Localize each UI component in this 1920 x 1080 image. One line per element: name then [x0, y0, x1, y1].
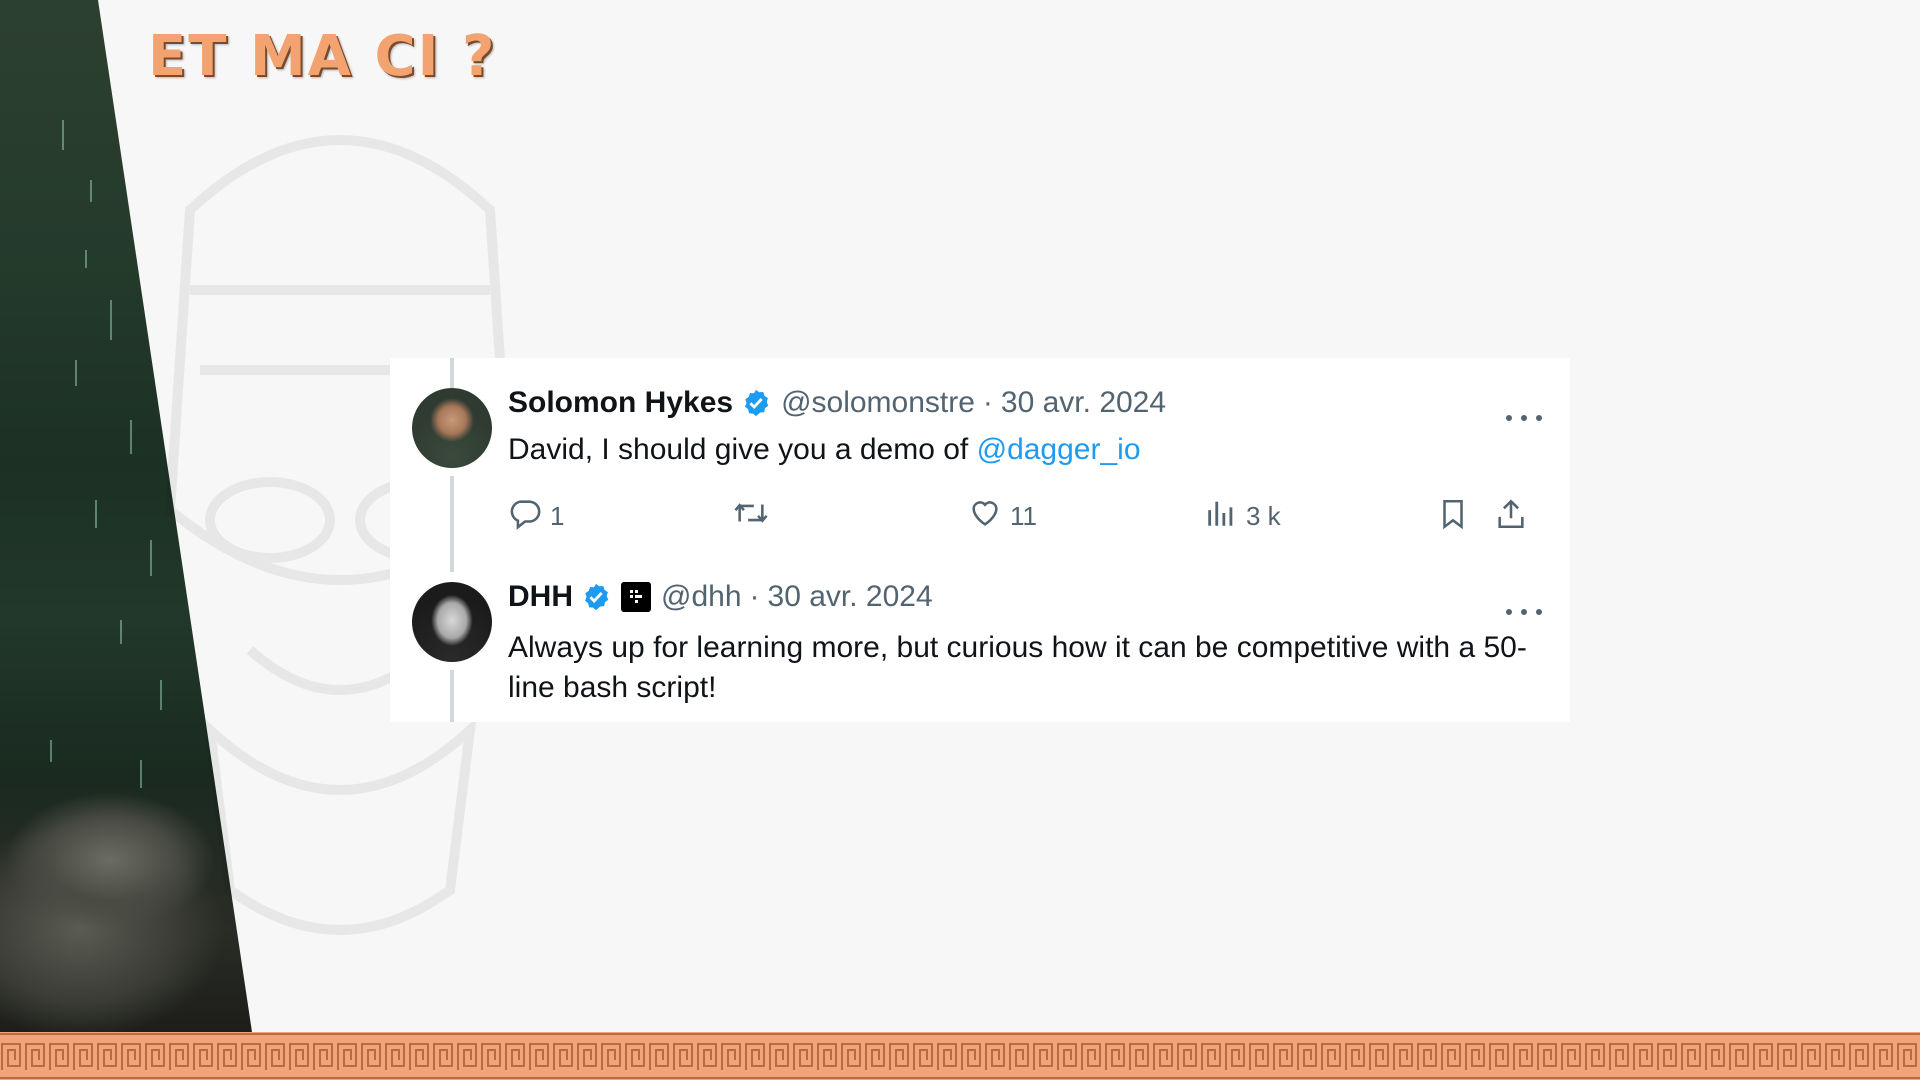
retweet-button[interactable]	[732, 496, 770, 537]
retweet-icon	[732, 496, 770, 537]
mention-link[interactable]: @dagger_io	[977, 433, 1141, 466]
thread-line	[450, 358, 454, 388]
separator: ·	[749, 580, 760, 613]
tweet-header: DHH @dhh · 30 avr. 2024	[508, 580, 933, 614]
like-button[interactable]: 11	[968, 496, 1037, 537]
verified-icon	[741, 388, 771, 418]
like-count: 11	[1010, 501, 1037, 531]
views-icon	[1204, 496, 1238, 537]
share-button[interactable]	[1494, 496, 1528, 539]
tweet-text: David, I should give you a demo of @dagg…	[508, 430, 1530, 470]
separator: ·	[982, 386, 993, 419]
decorative-border	[0, 1032, 1920, 1080]
reply-count: 1	[550, 501, 565, 531]
tweet-thread-card: Solomon Hykes @solomonstre · 30 avr. 202…	[390, 358, 1570, 722]
tweet-header: Solomon Hykes @solomonstre · 30 avr. 202…	[508, 386, 1166, 420]
author-name[interactable]: DHH	[508, 580, 573, 614]
avatar[interactable]	[412, 388, 492, 468]
more-icon[interactable]	[1506, 602, 1542, 622]
slide-title: ET MA CI ?	[148, 24, 497, 89]
author-handle[interactable]: @solomonstre	[781, 386, 975, 420]
tweet-text: Always up for learning more, but curious…	[508, 631, 1527, 704]
more-icon[interactable]	[1506, 408, 1542, 428]
author-name[interactable]: Solomon Hykes	[508, 386, 733, 420]
views-button[interactable]: 3 k	[1204, 496, 1281, 537]
reply-icon	[508, 496, 542, 537]
bookmark-icon	[1436, 496, 1470, 539]
like-icon	[968, 496, 1002, 537]
thread-line	[450, 670, 454, 722]
avatar[interactable]	[412, 582, 492, 662]
verified-icon	[581, 582, 611, 612]
tweet-date[interactable]: 30 avr. 2024	[768, 580, 933, 614]
thread-line	[450, 476, 454, 572]
tweet-actions: 1 11 3 k	[508, 496, 1530, 536]
reply-button[interactable]: 1	[508, 496, 564, 537]
views-count: 3 k	[1246, 501, 1281, 531]
author-handle[interactable]: @dhh	[661, 580, 742, 614]
tweet-body: David, I should give you a demo of	[508, 433, 977, 466]
tweet-date[interactable]: 30 avr. 2024	[1001, 386, 1166, 420]
affiliation-badge-icon[interactable]	[621, 582, 651, 612]
share-icon	[1494, 496, 1528, 539]
bookmark-button[interactable]	[1436, 496, 1470, 539]
